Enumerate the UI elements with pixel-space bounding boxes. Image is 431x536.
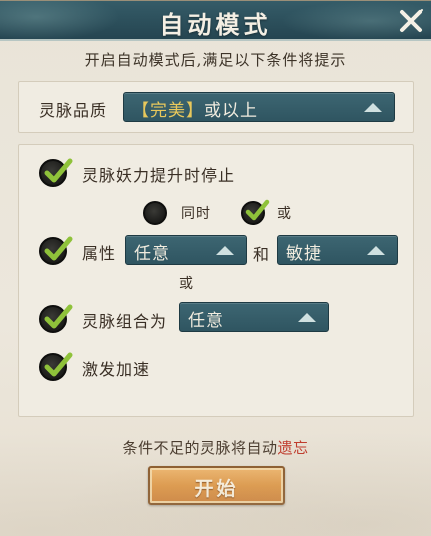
title-bar: 自动模式 — [0, 1, 431, 41]
attribute-dropdown-2[interactable]: 敏捷 — [277, 235, 398, 265]
close-icon — [400, 9, 423, 32]
attribute-value-1: 任意 — [134, 244, 170, 264]
checkmark-icon — [245, 199, 270, 221]
attribute-label: 属性 — [82, 244, 117, 263]
accelerate-checkbox[interactable] — [39, 352, 73, 381]
close-button[interactable] — [397, 7, 425, 35]
quality-suffix: 或以上 — [204, 101, 258, 121]
checkmark-icon — [44, 236, 73, 261]
attribute-joiner: 和 — [253, 245, 271, 264]
triangle-up-icon — [216, 246, 234, 255]
dialog-title: 自动模式 — [159, 10, 272, 39]
triangle-up-icon — [367, 246, 385, 255]
attribute-dropdown-1[interactable]: 任意 — [125, 235, 247, 265]
accelerate-label: 激发加速 — [82, 360, 151, 379]
power-increase-label: 灵脉妖力提升时停止 — [82, 166, 236, 185]
attribute-checkbox[interactable] — [39, 236, 73, 265]
mode-or-label: 或 — [277, 206, 292, 222]
mode-or-radio[interactable] — [241, 199, 270, 225]
triangle-up-icon — [364, 103, 382, 112]
combo-label: 灵脉组合为 — [82, 312, 168, 331]
start-button-label: 开始 — [194, 478, 239, 500]
footer-note-action: 遗忘 — [277, 439, 309, 457]
start-button[interactable]: 开始 — [148, 466, 285, 505]
dialog-subtitle: 开启自动模式后,满足以下条件将提示 — [84, 51, 347, 69]
triangle-up-icon — [298, 313, 316, 322]
or-separator: 或 — [179, 276, 194, 292]
mode-same-time-radio[interactable] — [143, 201, 167, 225]
quality-dropdown[interactable]: 【完美】或以上 — [123, 92, 395, 122]
mode-same-time-label: 同时 — [181, 206, 211, 222]
quality-dropdown-value: 【完美】或以上 — [132, 96, 258, 121]
combo-value: 任意 — [188, 311, 224, 331]
combo-checkbox[interactable] — [39, 304, 73, 333]
quality-panel: 灵脉品质 【完美】或以上 — [18, 81, 414, 133]
footer-note: 条件不足的灵脉将自动遗忘 — [0, 437, 431, 458]
conditions-panel: 灵脉妖力提升时停止 同时 或 属性 任意 和 敏捷 或 灵脉组合为 任意 激发加… — [18, 144, 414, 417]
checkmark-icon — [44, 352, 73, 377]
auto-mode-dialog: 自动模式 开启自动模式后,满足以下条件将提示 灵脉品质 【完美】或以上 灵脉妖力… — [0, 0, 431, 536]
attribute-value-2: 敏捷 — [286, 244, 322, 264]
checkmark-icon — [44, 158, 73, 183]
power-increase-checkbox[interactable] — [39, 158, 73, 187]
combo-dropdown[interactable]: 任意 — [179, 302, 329, 332]
checkmark-icon — [44, 304, 73, 329]
footer-note-prefix: 条件不足的灵脉将自动 — [122, 439, 278, 457]
quality-label: 灵脉品质 — [39, 101, 108, 120]
quality-highlight: 【完美】 — [132, 101, 204, 121]
